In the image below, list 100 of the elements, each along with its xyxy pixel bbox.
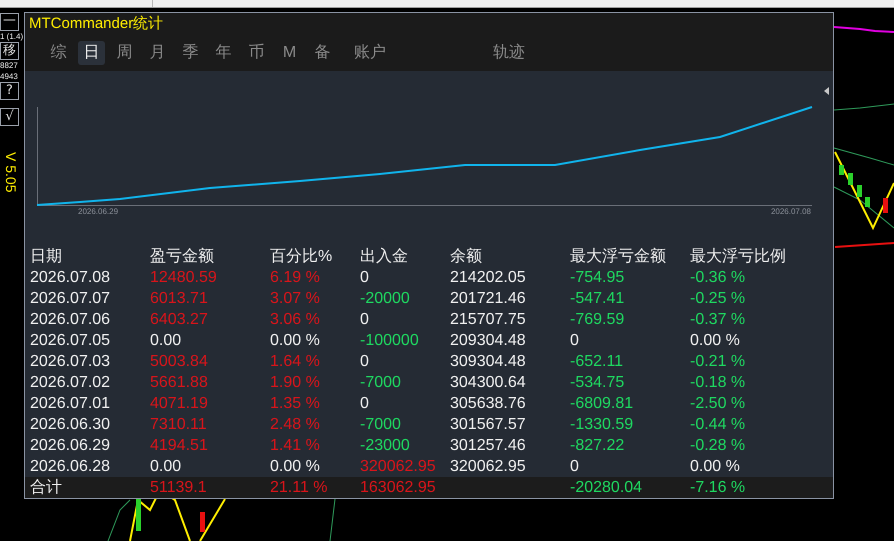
table-cell: 3.06 % <box>270 310 320 330</box>
tab[interactable]: 备 <box>309 41 336 65</box>
table-cell: 0.00 % <box>690 456 740 476</box>
table-cell: 0 <box>570 456 579 476</box>
table-cell: 4194.51 <box>150 436 208 456</box>
table-cell: 209304.48 <box>450 330 526 350</box>
table-cell: -100000 <box>360 330 419 350</box>
table-cell: 6403.27 <box>150 310 208 330</box>
table-cell: -23000 <box>360 436 410 456</box>
table-cell: 2026.06.29 <box>30 436 110 456</box>
table-cell: -769.59 <box>570 310 624 330</box>
tab[interactable]: M <box>276 41 303 65</box>
table-cell: -0.37 % <box>690 310 746 330</box>
table-cell: -0.21 % <box>690 352 746 372</box>
column-header: 出入金 <box>360 246 408 266</box>
total-cell: 合计 <box>30 478 62 498</box>
toolbar-label: 8827 <box>0 61 18 70</box>
table-cell: 2026.07.01 <box>30 394 110 414</box>
tab[interactable]: 币 <box>243 41 270 65</box>
table-cell: 2026.06.30 <box>30 414 110 434</box>
table-cell: 305638.76 <box>450 394 526 414</box>
table-cell: 1.35 % <box>270 394 320 414</box>
tab[interactable]: 月 <box>144 41 171 65</box>
tab[interactable]: 日 <box>78 41 105 65</box>
table-cell: 0.00 <box>150 330 182 350</box>
table-cell: 0.00 <box>150 456 182 476</box>
table-cell: 0 <box>570 330 579 350</box>
toolbar-button[interactable]: √ <box>0 108 19 126</box>
table-cell: 1.41 % <box>270 436 320 456</box>
table-cell: 2026.07.08 <box>30 268 110 288</box>
table-cell: 2.48 % <box>270 414 320 434</box>
column-header: 盈亏金额 <box>150 246 214 266</box>
tab[interactable]: 季 <box>177 41 204 65</box>
toolbar-label: 4943 <box>0 72 18 81</box>
table-cell: -0.18 % <box>690 372 746 392</box>
table-cell: 2026.07.05 <box>30 330 110 350</box>
table-cell: 301257.46 <box>450 436 526 456</box>
version-label: V 5.05 <box>3 152 19 192</box>
table-cell: -1330.59 <box>570 414 634 434</box>
table-cell: -754.95 <box>570 268 624 288</box>
table-cell: -0.44 % <box>690 414 746 434</box>
window-title: MTCommander统计 <box>25 13 833 35</box>
table-cell: 2026.07.06 <box>30 310 110 330</box>
table-cell: 214202.05 <box>450 268 526 288</box>
indicator-line <box>834 148 894 166</box>
indicator-line <box>834 104 894 110</box>
table-cell: 215707.75 <box>450 310 526 330</box>
tab[interactable]: 年 <box>210 41 237 65</box>
table-cell: 1.90 % <box>270 372 320 392</box>
table-cell: 4071.19 <box>150 394 208 414</box>
table-cell: 12480.59 <box>150 268 217 288</box>
toolbar-button[interactable]: 一 <box>0 13 19 31</box>
table-cell: -827.22 <box>570 436 624 456</box>
table-cell: 0 <box>360 310 369 330</box>
tab[interactable]: 综 <box>45 41 72 65</box>
table-cell: 0.00 % <box>270 330 320 350</box>
total-cell: 51139.1 <box>150 478 207 498</box>
table-cell: 2026.07.02 <box>30 372 110 392</box>
total-cell: 163062.95 <box>360 478 436 498</box>
table-cell: 5003.84 <box>150 352 208 372</box>
table-cell: 5661.88 <box>150 372 208 392</box>
table-cell: -0.36 % <box>690 268 746 288</box>
table-cell: -2.50 % <box>690 394 746 414</box>
toolbar-button[interactable]: 移 <box>0 42 19 60</box>
table-cell: 0 <box>360 394 369 414</box>
candlesticks <box>839 165 888 213</box>
tab[interactable]: 周 <box>111 41 138 65</box>
tab[interactable]: 账户 <box>346 41 394 65</box>
table-cell: 320062.95 <box>360 456 436 476</box>
column-header: 百分比% <box>270 246 332 266</box>
toolbar-button[interactable]: ? <box>0 82 19 100</box>
table-cell: 6013.71 <box>150 288 208 308</box>
column-header: 最大浮亏比例 <box>690 246 786 266</box>
table-cell: -7000 <box>360 414 401 434</box>
table-cell: 304300.64 <box>450 372 526 392</box>
table-cell: 201721.46 <box>450 288 526 308</box>
collapse-arrow-icon[interactable] <box>824 87 829 95</box>
indicator-line <box>834 186 894 228</box>
table-cell: 0.00 % <box>690 330 740 350</box>
table-cell: -6809.81 <box>570 394 634 414</box>
table-cell: 6.19 % <box>270 268 320 288</box>
table-cell: -652.11 <box>570 352 624 372</box>
table-cell: 0 <box>360 268 369 288</box>
table-cell: 0.00 % <box>270 456 320 476</box>
column-header: 日期 <box>30 246 62 266</box>
table-cell: -20000 <box>360 288 410 308</box>
toolbar-label: 1 (1.4) <box>0 32 24 41</box>
table-cell: -7000 <box>360 372 401 392</box>
indicator-line <box>834 26 894 33</box>
table-cell: 301567.57 <box>450 414 526 434</box>
table-cell: 0 <box>360 352 369 372</box>
table-cell: 3.07 % <box>270 288 320 308</box>
table-cell: 320062.95 <box>450 456 526 476</box>
total-cell: 21.11 % <box>270 478 328 498</box>
axis-label: 2026.07.08 <box>770 207 811 216</box>
total-cell: -7.16 % <box>690 478 746 498</box>
tab[interactable]: 轨迹 <box>485 41 533 65</box>
column-header: 余额 <box>450 246 482 266</box>
total-cell: -20280.04 <box>570 478 642 498</box>
table-cell: 1.64 % <box>270 352 320 372</box>
